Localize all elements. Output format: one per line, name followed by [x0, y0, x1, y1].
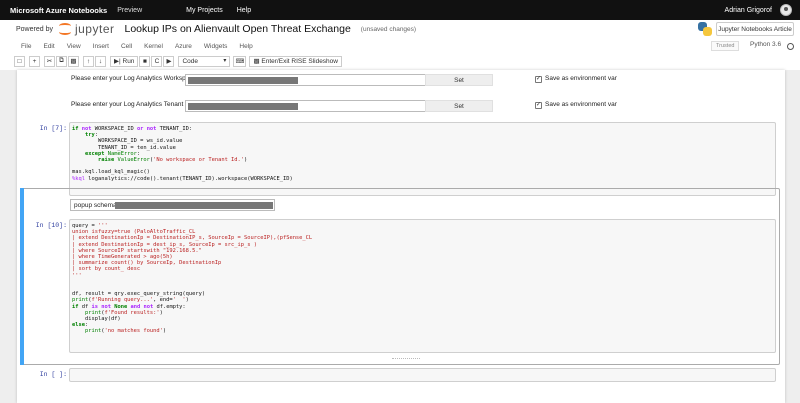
menu-file[interactable]: File	[21, 43, 31, 50]
menu-help[interactable]: Help	[239, 43, 252, 50]
code-editor[interactable]	[69, 368, 776, 382]
cell-type-value: Code	[182, 57, 198, 65]
code-cell-empty[interactable]: In [ ]:	[20, 368, 780, 384]
menu-widgets[interactable]: Widgets	[204, 43, 227, 50]
move-up-icon[interactable]: ↑	[83, 55, 94, 67]
save-status: (unsaved changes)	[360, 25, 417, 33]
code-text: if not WORKSPACE_ID or not TENANT_ID: tr…	[72, 126, 293, 182]
python-logo-icon	[698, 22, 712, 36]
insert-cell-icon[interactable]: +	[29, 55, 40, 67]
menu-kernel[interactable]: Kernel	[144, 43, 163, 50]
menu-edit[interactable]: Edit	[43, 43, 54, 50]
notebook-header: Powered by jupyter Lookup IPs on Alienva…	[0, 20, 800, 38]
workspace-id-row: Please enter your Log Analytics Workspac…	[71, 74, 617, 86]
jupyter-logo-icon	[58, 22, 72, 36]
tenant-set-button[interactable]: Set	[425, 100, 493, 112]
code-editor[interactable]: query = ''' union isfuzzy=true (PaloAlto…	[69, 219, 776, 353]
trusted-badge[interactable]: Trusted	[711, 41, 740, 51]
redacted-value	[188, 77, 298, 84]
cut-icon[interactable]: ✂	[44, 55, 55, 67]
workspace-env-checkbox[interactable]: ✓	[535, 76, 542, 83]
chevron-down-icon: ▾	[223, 57, 227, 64]
kernel-status-icon	[787, 43, 794, 50]
run-label: Run	[122, 57, 135, 65]
redacted-value	[188, 103, 298, 110]
fast-forward-icon[interactable]: ▶	[163, 55, 175, 67]
azure-brand[interactable]: Microsoft Azure Notebooks	[10, 6, 107, 15]
resize-handle[interactable]	[392, 358, 420, 362]
cell-type-select[interactable]: Code ▾	[178, 55, 231, 67]
user-name[interactable]: Adrian Grigorof	[725, 7, 772, 14]
notebook-title[interactable]: Lookup IPs on Alienvault Open Threat Exc…	[125, 23, 351, 35]
tenant-env-label: Save as environment var	[545, 101, 617, 108]
copy-icon[interactable]: ⧉	[56, 55, 67, 67]
menu-bar: File Edit View Insert Cell Kernel Azure …	[0, 40, 800, 53]
tenant-env-checkbox[interactable]: ✓	[535, 102, 542, 109]
step-forward-icon: ▶|	[114, 58, 123, 65]
avatar[interactable]	[780, 4, 792, 16]
keyboard-icon[interactable]: ⌨	[233, 55, 247, 67]
tenant-id-row: Please enter your Log Analytics Tenant I…	[71, 100, 617, 112]
menu-azure[interactable]: Azure	[175, 43, 192, 50]
menu-cell[interactable]: Cell	[121, 43, 132, 50]
cell-prompt: In [7]:	[39, 125, 67, 132]
chart-icon: ▩	[253, 58, 262, 65]
tenant-id-label: Please enter your Log Analytics Tenant I…	[71, 101, 193, 108]
run-button[interactable]: ▶| Run	[110, 55, 139, 67]
powered-by-label: Powered by	[16, 25, 53, 33]
workspace-env-label: Save as environment var	[545, 75, 617, 82]
code-cell-7[interactable]: In [7]: if not WORKSPACE_ID or not TENAN…	[20, 121, 780, 198]
cell-prompt: In [ ]:	[39, 371, 67, 378]
kernel-name[interactable]: Python 3.6	[750, 41, 781, 48]
rise-slideshow-button[interactable]: ▩ Enter/Exit RISE Slideshow	[249, 55, 342, 67]
menu-view[interactable]: View	[67, 43, 81, 50]
move-down-icon[interactable]: ↓	[95, 55, 106, 67]
preview-label: Preview	[117, 6, 143, 14]
slideshow-label: Enter/Exit RISE Slideshow	[261, 57, 338, 65]
menu-insert[interactable]: Insert	[93, 43, 109, 50]
jupyter-wordmark[interactable]: jupyter	[75, 22, 115, 36]
azure-top-bar: Microsoft Azure Notebooks Preview My Pro…	[0, 0, 800, 20]
workspace-set-button[interactable]: Set	[425, 74, 493, 86]
code-editor[interactable]: if not WORKSPACE_ID or not TENANT_ID: tr…	[69, 122, 776, 196]
nav-my-projects[interactable]: My Projects	[186, 7, 223, 14]
code-cell-10[interactable]: In [10]: query = ''' union isfuzzy=true …	[20, 218, 780, 368]
notebook-toolbar: □ + ✂ ⧉ ▩ ↑ ↓ ▶| Run ■ C ▶ Code ▾ ⌨ ▩ Ent…	[14, 54, 342, 68]
restart-icon[interactable]: C	[151, 55, 163, 67]
save-icon[interactable]: □	[14, 55, 25, 67]
cell-prompt: In [10]:	[35, 222, 67, 229]
nav-help[interactable]: Help	[237, 7, 251, 14]
notebooks-article-button[interactable]: Jupyter Notebooks Article	[716, 22, 794, 36]
stop-icon[interactable]: ■	[139, 55, 151, 67]
code-text: query = ''' union isfuzzy=true (PaloAlto…	[72, 223, 313, 335]
paste-icon[interactable]: ▩	[68, 55, 79, 67]
